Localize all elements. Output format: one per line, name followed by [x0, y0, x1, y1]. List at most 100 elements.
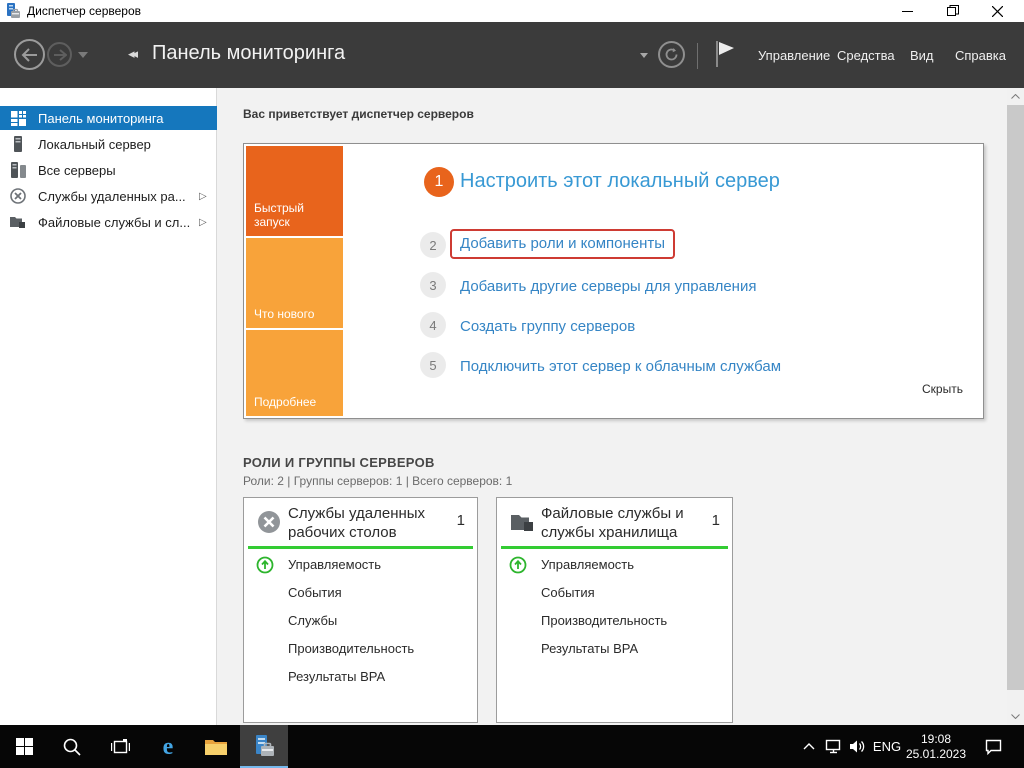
- expand-chevron-icon[interactable]: ▷: [199, 217, 207, 228]
- task-add-servers-link[interactable]: Добавить другие серверы для управления: [460, 278, 756, 295]
- role-row-manageability[interactable]: Управляемость: [244, 554, 477, 578]
- file-explorer-button[interactable]: [192, 725, 240, 768]
- remote-desktop-services-icon: [256, 509, 282, 535]
- close-button[interactable]: [975, 0, 1020, 22]
- role-row-events[interactable]: События: [244, 582, 477, 606]
- tray-date: 25.01.2023: [905, 746, 967, 761]
- task-4-badge: 4: [420, 312, 446, 338]
- menu-tools[interactable]: Средства: [837, 48, 895, 63]
- menu-manage[interactable]: Управление: [758, 48, 830, 63]
- manageability-ok-icon: [509, 556, 527, 579]
- file-storage-services-icon: [10, 214, 26, 230]
- server-manager-window: Диспетчер серверов ◂◂ Панель мониторинга: [0, 0, 1024, 768]
- role-row-manageability[interactable]: Управляемость: [497, 554, 732, 578]
- menu-view[interactable]: Вид: [910, 48, 934, 63]
- tray-show-hidden-icons-button[interactable]: [798, 725, 820, 768]
- navigation-bar: ◂◂ Панель мониторинга Управление Средств…: [0, 22, 1024, 88]
- role-row-events[interactable]: События: [497, 582, 732, 606]
- task-add-roles-link[interactable]: Добавить роли и компоненты: [460, 235, 665, 252]
- action-center-icon[interactable]: [978, 725, 1008, 768]
- role-tile-title-link[interactable]: Файловые службы и службы хранилища: [541, 505, 691, 543]
- role-server-count: 1: [456, 512, 465, 529]
- manageability-ok-icon: [256, 556, 274, 579]
- welcome-header: Вас приветствует диспетчер серверов: [243, 107, 474, 121]
- role-tile-file-storage: Файловые службы и службы хранилища 1 Упр…: [496, 497, 733, 723]
- highlight-box: Добавить роли и компоненты: [450, 229, 676, 259]
- minimize-button[interactable]: [885, 0, 930, 22]
- role-tile-title-link[interactable]: Службы удаленных рабочих столов: [288, 505, 438, 543]
- sidebar-item-file-storage-services[interactable]: Файловые службы и сл... ▷: [0, 210, 217, 234]
- task-view-button[interactable]: [96, 725, 144, 768]
- task-3-badge: 3: [420, 272, 446, 298]
- back-button[interactable]: [14, 39, 45, 70]
- page-title: Панель мониторинга: [152, 42, 346, 64]
- collapse-breadcrumb-icon[interactable]: ◂◂: [128, 46, 138, 62]
- remote-desktop-services-icon: [10, 188, 26, 204]
- role-row-label: Производительность: [288, 641, 415, 656]
- language-indicator[interactable]: ENG: [872, 725, 902, 768]
- sidebar-item-local-server[interactable]: Локальный сервер: [0, 132, 217, 156]
- role-row-label: Управляемость: [288, 557, 382, 572]
- roles-section-subtitle: Роли: 2 | Группы серверов: 1 | Всего сер…: [243, 474, 513, 488]
- roles-section-title: РОЛИ И ГРУППЫ СЕРВЕРОВ: [243, 455, 435, 470]
- role-row-label: Результаты BPA: [288, 669, 386, 684]
- sidebar-item-all-servers[interactable]: Все серверы: [0, 158, 217, 182]
- scroll-up-icon[interactable]: [1007, 88, 1024, 105]
- server-manager-app-icon: [5, 3, 21, 24]
- task-configure-local-server-link[interactable]: Настроить этот локальный сервер: [460, 170, 780, 193]
- notifications-dropdown-icon[interactable]: [640, 53, 648, 58]
- status-green-rule: [248, 546, 473, 549]
- task-create-server-group-link[interactable]: Создать группу серверов: [460, 318, 635, 335]
- task-connect-cloud-link[interactable]: Подключить этот сервер к облачным служба…: [460, 358, 781, 375]
- history-dropdown-icon[interactable]: [78, 52, 88, 58]
- role-row-services[interactable]: Службы: [244, 610, 477, 634]
- hide-link[interactable]: Скрыть: [922, 382, 963, 396]
- role-row-bpa-results[interactable]: Результаты BPA: [497, 638, 732, 662]
- network-icon[interactable]: [822, 725, 844, 768]
- window-title: Диспетчер серверов: [27, 4, 142, 18]
- sidebar-item-label: Службы удаленных ра...: [38, 188, 186, 204]
- start-button[interactable]: [0, 725, 48, 768]
- role-row-label: События: [288, 585, 342, 600]
- sidebar-item-remote-desktop-services[interactable]: Службы удаленных ра... ▷: [0, 184, 217, 208]
- whats-new-tab[interactable]: Что нового: [246, 238, 343, 328]
- learn-more-tab-label: Подробнее: [254, 395, 317, 409]
- dashboard-grid-icon: [10, 110, 26, 126]
- welcome-panel: Быстрый запуск Что нового Подробнее 1 На…: [243, 143, 984, 419]
- forward-button[interactable]: [47, 42, 72, 67]
- quickstart-tab[interactable]: Быстрый запуск: [246, 146, 343, 236]
- expand-chevron-icon[interactable]: ▷: [199, 191, 207, 202]
- sidebar: Панель мониторинга Локальный сервер Все …: [0, 88, 217, 725]
- role-row-performance[interactable]: Производительность: [244, 638, 477, 662]
- volume-icon[interactable]: [846, 725, 868, 768]
- menu-help[interactable]: Справка: [955, 48, 1006, 63]
- internet-explorer-button[interactable]: e: [144, 725, 192, 768]
- vertical-scrollbar[interactable]: [1007, 88, 1024, 725]
- sidebar-item-label: Все серверы: [38, 162, 116, 178]
- role-row-performance[interactable]: Производительность: [497, 610, 732, 634]
- title-bar: Диспетчер серверов: [0, 0, 1024, 22]
- local-server-icon: [10, 136, 26, 152]
- task-5-badge: 5: [420, 352, 446, 378]
- sidebar-item-label: Файловые службы и сл...: [38, 214, 191, 230]
- sidebar-item-dashboard[interactable]: Панель мониторинга: [0, 106, 217, 130]
- refresh-icon[interactable]: [658, 41, 685, 68]
- clock[interactable]: 19:08 25.01.2023: [904, 725, 968, 768]
- restore-button[interactable]: [930, 0, 975, 22]
- learn-more-tab[interactable]: Подробнее: [246, 330, 343, 416]
- role-row-label: Результаты BPA: [541, 641, 639, 656]
- role-server-count: 1: [711, 512, 720, 529]
- role-row-label: Службы: [288, 613, 338, 628]
- task-1-badge: 1: [424, 167, 454, 197]
- sidebar-item-label: Локальный сервер: [38, 136, 151, 152]
- all-servers-icon: [10, 162, 26, 178]
- scrollbar-thumb[interactable]: [1007, 105, 1024, 690]
- status-green-rule: [501, 546, 728, 549]
- role-row-bpa-results[interactable]: Результаты BPA: [244, 666, 477, 690]
- manage-flag-icon[interactable]: [714, 40, 736, 73]
- search-button[interactable]: [48, 725, 96, 768]
- server-manager-taskbar-button[interactable]: [240, 725, 288, 768]
- taskbar: e ENG 19:08 25.01.2023: [0, 725, 1024, 768]
- scroll-down-icon[interactable]: [1007, 708, 1024, 725]
- role-row-label: Управляемость: [541, 557, 635, 572]
